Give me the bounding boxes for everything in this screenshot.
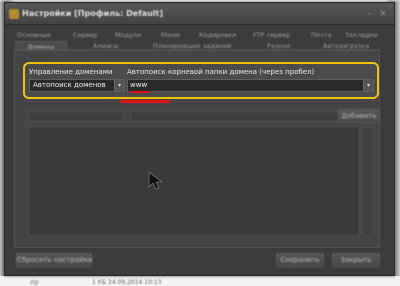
tab-main[interactable]: Основные xyxy=(17,30,57,41)
domain-management-label: Управление доменами xyxy=(29,68,113,76)
background-file-name: zip xyxy=(30,279,39,286)
domain-management-select[interactable]: Автопоиск доменов ▾ xyxy=(29,79,125,92)
minimize-icon[interactable]: – xyxy=(363,8,375,20)
tabs-row-top: Основные Сервер Модули Меню Кодировки FT… xyxy=(5,30,394,41)
mouse-cursor-icon xyxy=(148,171,163,190)
tab-ftp-server[interactable]: FTP сервер xyxy=(253,30,297,41)
tab-server[interactable]: Сервер xyxy=(73,30,103,41)
root-folder-autosearch-value: www xyxy=(130,81,148,89)
domain-settings-highlight: Управление доменами Автопоиск корневой п… xyxy=(23,62,379,99)
tab-menu[interactable]: Меню xyxy=(161,30,185,41)
dropdown-arrow-icon[interactable]: ▾ xyxy=(114,80,124,91)
close-icon[interactable]: × xyxy=(377,8,389,20)
spellcheck-underline xyxy=(130,91,150,93)
root-folder-autosearch-label: Автопоиск корневой папки домена (через п… xyxy=(127,68,315,76)
tab-encodings[interactable]: Кодировки xyxy=(199,30,239,41)
root-folder-autosearch-input[interactable]: www ▾ xyxy=(127,79,374,93)
dropdown-arrow-icon[interactable]: ▾ xyxy=(363,80,373,91)
domains-list[interactable] xyxy=(28,126,360,236)
tab-mail[interactable]: Почта xyxy=(311,30,335,41)
annotation-underline xyxy=(120,100,170,103)
tab-bookmarks[interactable]: Закладки xyxy=(345,30,385,41)
domain-management-value: Автопоиск доменов xyxy=(33,81,106,89)
window-title: Настройки [Профиль: Default] xyxy=(22,9,164,18)
title-bar[interactable]: Настройки [Профиль: Default] – × xyxy=(5,3,394,25)
domains-list-scrollbar[interactable] xyxy=(362,126,374,236)
reset-settings-button[interactable]: Сбросить настройки xyxy=(16,253,93,267)
domain-name-field[interactable] xyxy=(28,111,124,122)
app-icon xyxy=(9,9,19,19)
domain-path-field[interactable] xyxy=(130,111,360,122)
background-file-details: 1 КБ 24.09.2014 10:13 xyxy=(92,279,162,286)
close-button[interactable]: Закрыть xyxy=(332,253,380,267)
save-button[interactable]: Сохранить xyxy=(276,253,324,267)
tab-modules[interactable]: Модули xyxy=(115,30,147,41)
background-file-row: zip 1 КБ 24.09.2014 10:13 xyxy=(30,279,210,286)
add-domain-button[interactable]: Добавить xyxy=(338,109,380,123)
